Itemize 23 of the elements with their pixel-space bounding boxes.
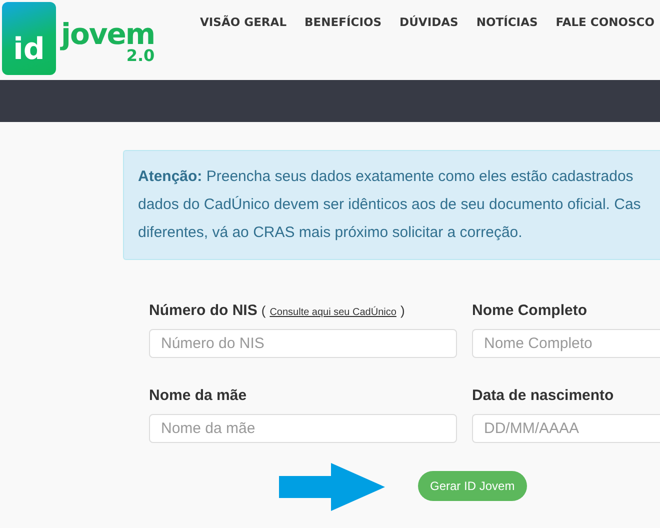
nav-link[interactable]: DÚVIDAS	[400, 15, 458, 29]
alert-text: dados do CadÚnico devem ser idênticos aos de seu documento oficial. Cas	[138, 195, 642, 215]
logo-mark: id	[2, 2, 56, 75]
nav-link[interactable]: VISÃO GERAL	[200, 15, 287, 29]
arrow-icon	[279, 463, 385, 511]
input-field[interactable]: Número do NIS	[149, 329, 457, 358]
alert-text: Atenção: Preencha seus dados exatamente como eles estão cadastrados	[138, 167, 634, 187]
cadunico-link[interactable]: Consulte aqui seu CadÚnico	[270, 307, 396, 318]
nav-link[interactable]: BENEFÍCIOS	[304, 15, 382, 29]
input-field[interactable]: Nome da mãe	[149, 414, 457, 443]
nav-link[interactable]: NOTÍCIAS	[476, 15, 538, 29]
input-field[interactable]: DD/MM/AAAA	[472, 414, 660, 443]
field-label: Data de nascimento	[472, 387, 614, 404]
paren-text: (	[261, 303, 266, 318]
field-label: Número do NIS	[149, 302, 258, 319]
logo-version: 2.0	[126, 48, 155, 64]
alert-text: diferentes, vá ao CRAS mais próximo solicitar a correção.	[138, 223, 524, 243]
nav-link[interactable]: FALE CONOSCO	[556, 15, 655, 29]
paren-text: )	[400, 303, 405, 318]
field-label: Nome da mãe	[149, 387, 247, 404]
field-label: Nome Completo	[472, 302, 588, 319]
logo-name: jovem	[61, 20, 155, 49]
input-field[interactable]: Nome Completo	[472, 329, 660, 358]
